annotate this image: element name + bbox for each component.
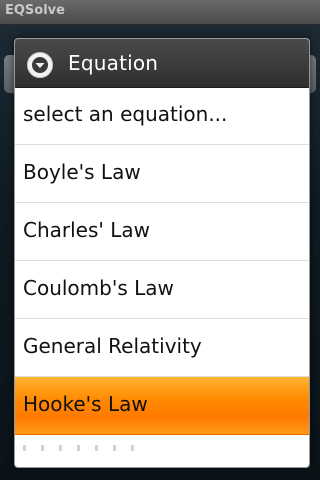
app-window: EQSolve Equation select an equation... B… xyxy=(0,0,320,480)
list-item-general-relativity[interactable]: General Relativity xyxy=(15,319,309,377)
equation-picker-dialog: Equation select an equation... Boyle's L… xyxy=(14,38,310,468)
list-item-label: Charles' Law xyxy=(23,218,151,242)
equation-list[interactable]: select an equation... Boyle's Law Charle… xyxy=(15,87,309,457)
list-item-label: General Relativity xyxy=(23,334,202,358)
list-item-label: select an equation... xyxy=(23,102,228,126)
list-item-next-partial[interactable] xyxy=(15,435,309,457)
dialog-title: Equation xyxy=(68,51,159,75)
dropdown-circle-icon xyxy=(27,52,53,78)
dialog-header: Equation xyxy=(15,39,309,88)
list-item-label: Hooke's Law xyxy=(23,392,148,416)
list-item-hookes-law[interactable]: Hooke's Law xyxy=(15,377,309,435)
title-bar: EQSolve xyxy=(0,0,320,25)
list-item-label: Boyle's Law xyxy=(23,160,141,184)
list-item-boyles-law[interactable]: Boyle's Law xyxy=(15,145,309,203)
app-title: EQSolve xyxy=(5,3,65,18)
partial-item-text xyxy=(23,445,143,451)
list-item-select-prompt[interactable]: select an equation... xyxy=(15,87,309,145)
list-item-coulombs-law[interactable]: Coulomb's Law xyxy=(15,261,309,319)
list-item-label: Coulomb's Law xyxy=(23,276,174,300)
list-item-charles-law[interactable]: Charles' Law xyxy=(15,203,309,261)
